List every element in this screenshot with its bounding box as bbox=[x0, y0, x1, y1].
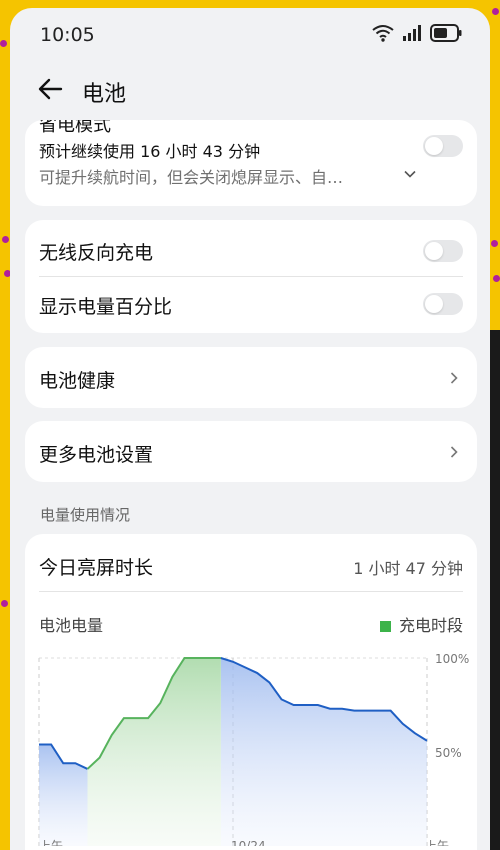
x-tick-label: 10/24 bbox=[231, 839, 266, 846]
screen-on-time-value: 1 小时 47 分钟 bbox=[353, 559, 463, 578]
legend-label: 充电时段 bbox=[398, 616, 463, 635]
power-saving-description: 可提升续航时间，但会关闭熄屏显示、自… bbox=[39, 168, 344, 187]
show-battery-percentage-toggle[interactable] bbox=[423, 293, 463, 315]
more-battery-settings-item[interactable]: 更多电池设置 bbox=[25, 421, 477, 482]
page-title: 电池 bbox=[82, 82, 127, 107]
wallpaper-dot bbox=[492, 8, 499, 15]
usage-section-title: 电量使用情况 bbox=[40, 506, 131, 524]
power-saving-title: 省电模式 bbox=[39, 120, 111, 136]
wifi-icon bbox=[372, 25, 394, 42]
chevron-right-icon bbox=[450, 372, 458, 384]
x-tick-label: 上午 bbox=[39, 839, 63, 846]
discharge-area bbox=[39, 744, 88, 846]
phone-screen: 10:05 电池 省电模式 预计继续使用 16 小时 43 分钟 可提升续航时间… bbox=[10, 8, 490, 850]
wallpaper-dot bbox=[1, 600, 8, 607]
wallpaper-dot bbox=[493, 275, 500, 282]
wireless-reverse-charging-toggle[interactable] bbox=[423, 240, 463, 262]
show-battery-percentage-label: 显示电量百分比 bbox=[39, 296, 173, 318]
wallpaper-dot bbox=[491, 240, 498, 247]
chevron-down-icon[interactable] bbox=[403, 167, 417, 181]
page-header: 电池 bbox=[10, 64, 490, 114]
divider bbox=[39, 276, 463, 277]
wireless-reverse-charging-label: 无线反向充电 bbox=[39, 242, 154, 264]
y-tick-label: 50% bbox=[435, 746, 462, 760]
chart-title: 电池电量 bbox=[39, 616, 104, 635]
discharge-area bbox=[220, 658, 427, 846]
power-saving-estimate: 预计继续使用 16 小时 43 分钟 bbox=[39, 142, 261, 161]
toggle-settings-card: 无线反向充电 显示电量百分比 bbox=[25, 220, 477, 333]
back-arrow-icon[interactable] bbox=[36, 74, 66, 104]
battery-level-chart: 100% 50% 上午 10/24 上午 bbox=[38, 652, 469, 846]
battery-health-item[interactable]: 电池健康 bbox=[25, 347, 477, 408]
screen-on-time-label: 今日亮屏时长 bbox=[39, 557, 154, 579]
battery-health-label: 电池健康 bbox=[39, 370, 116, 392]
y-tick-label: 100% bbox=[435, 652, 469, 666]
more-battery-settings-label: 更多电池设置 bbox=[39, 444, 154, 466]
status-icons bbox=[372, 24, 462, 42]
wallpaper-dot bbox=[0, 40, 7, 47]
chevron-right-icon bbox=[450, 446, 458, 458]
charging-area bbox=[87, 658, 221, 846]
battery-icon bbox=[430, 24, 462, 42]
chart-legend: 充电时段 bbox=[379, 612, 463, 636]
status-bar: 10:05 bbox=[10, 8, 490, 60]
status-time: 10:05 bbox=[40, 24, 95, 46]
legend-swatch bbox=[379, 621, 391, 632]
x-tick-label: 上午 bbox=[425, 839, 449, 846]
power-saving-card[interactable]: 省电模式 预计继续使用 16 小时 43 分钟 可提升续航时间，但会关闭熄屏显示… bbox=[25, 120, 477, 206]
wallpaper-dot bbox=[2, 236, 9, 243]
divider bbox=[39, 591, 463, 592]
signal-icon bbox=[403, 25, 421, 41]
battery-usage-card: 今日亮屏时长 1 小时 47 分钟 电池电量 充电时段 100% 50% 上午 10/… bbox=[25, 534, 477, 850]
power-saving-toggle[interactable] bbox=[423, 135, 463, 157]
